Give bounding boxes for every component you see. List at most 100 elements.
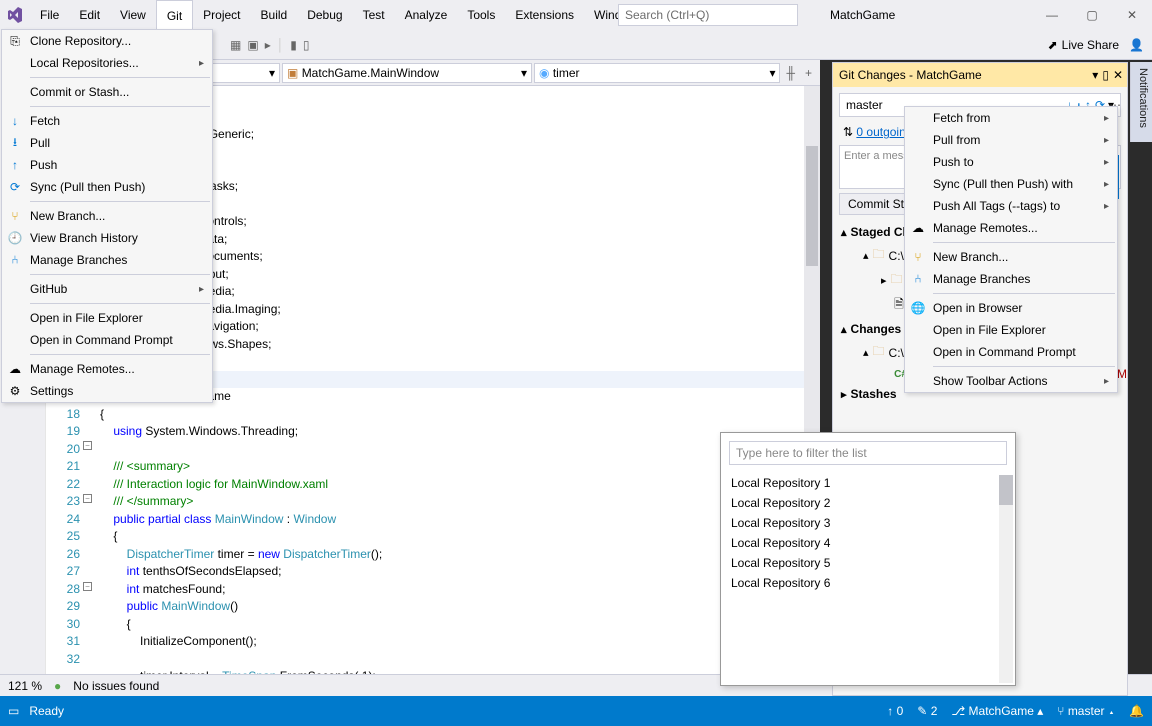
branches-icon: ⑃	[910, 272, 926, 286]
menu-view[interactable]: View	[110, 0, 156, 30]
toolbar-icon[interactable]: ▣	[247, 38, 258, 52]
user-icon[interactable]: 👤	[1129, 38, 1144, 52]
ctx-show-toolbar[interactable]: Show Toolbar Actions▸	[905, 370, 1117, 392]
pull-count[interactable]: ✎ 2	[917, 704, 937, 718]
remote-icon: ☁	[7, 362, 23, 376]
history-icon: 🕘	[7, 231, 23, 245]
menu-file[interactable]: File	[30, 0, 69, 30]
toolbar-icon[interactable]: ▯	[303, 38, 310, 52]
git-commit-stash[interactable]: Commit or Stash...	[2, 81, 212, 103]
branches-icon: ⑃	[7, 253, 23, 267]
ctx-manage-remotes[interactable]: ☁Manage Remotes...	[905, 217, 1117, 239]
ctx-new-branch[interactable]: ⑂New Branch...	[905, 246, 1117, 268]
ctx-push-to[interactable]: Push to▸	[905, 151, 1117, 173]
window-title: MatchGame	[830, 8, 895, 22]
repo-item[interactable]: Local Repository 1	[729, 473, 1007, 493]
folder-icon: 🗀	[873, 342, 885, 363]
ctx-fetch-from[interactable]: Fetch from▸	[905, 107, 1117, 129]
close-button[interactable]: ✕	[1112, 0, 1152, 30]
fold-icon[interactable]: −	[83, 441, 92, 450]
chevron-right-icon: ▸	[1104, 157, 1109, 168]
repo-item[interactable]: Local Repository 2	[729, 493, 1007, 513]
menu-analyze[interactable]: Analyze	[395, 0, 458, 30]
vs-logo-icon	[6, 6, 24, 24]
git-manage-branches[interactable]: ⑃Manage Branches	[2, 249, 212, 271]
branch-indicator[interactable]: ⑂ master ▴	[1057, 704, 1115, 718]
chevron-right-icon: ▸	[1104, 376, 1109, 387]
git-manage-remotes[interactable]: ☁Manage Remotes...	[2, 358, 212, 380]
chevron-right-icon: ▸	[1104, 179, 1109, 190]
live-share-icon: ⬈	[1048, 38, 1058, 52]
toolbar-icon[interactable]: ▦	[230, 38, 241, 52]
repo-filter-input[interactable]: Type here to filter the list	[729, 441, 1007, 465]
ctx-sync-with[interactable]: Sync (Pull then Push) with▸	[905, 173, 1117, 195]
menu-project[interactable]: Project	[193, 0, 250, 30]
ctx-pull-from[interactable]: Pull from▸	[905, 129, 1117, 151]
status-bar: ▭ Ready ↑ 0 ✎ 2 ⎇ MatchGame ▴ ⑂ master ▴…	[0, 696, 1152, 726]
fold-icon[interactable]: −	[83, 582, 92, 591]
git-open-explorer[interactable]: Open in File Explorer	[2, 307, 212, 329]
toolbar-icon[interactable]: ▮	[290, 38, 297, 52]
autohide-icon[interactable]: ▯	[1102, 68, 1109, 82]
notifications-icon[interactable]: 🔔	[1129, 704, 1144, 718]
zoom-level[interactable]: 121 %	[8, 679, 42, 693]
chevron-right-icon: ▸	[1104, 201, 1109, 212]
git-view-history[interactable]: 🕘View Branch History	[2, 227, 212, 249]
repo-item[interactable]: Local Repository 4	[729, 533, 1007, 553]
git-open-cmd[interactable]: Open in Command Prompt	[2, 329, 212, 351]
ctx-open-explorer[interactable]: Open in File Explorer	[905, 319, 1117, 341]
git-pull[interactable]: ⭳Pull	[2, 132, 212, 154]
menu-extensions[interactable]: Extensions	[505, 0, 584, 30]
git-fetch[interactable]: ↓Fetch	[2, 110, 212, 132]
repo-item[interactable]: Local Repository 6	[729, 573, 1007, 593]
repo-item[interactable]: Local Repository 3	[729, 513, 1007, 533]
chevron-right-icon: ▸	[199, 284, 204, 295]
folder-icon: 🗀	[873, 245, 885, 266]
ctx-open-browser[interactable]: 🌐Open in Browser	[905, 297, 1117, 319]
globe-icon: 🌐	[910, 301, 926, 315]
add-icon[interactable]: +	[801, 66, 816, 80]
git-local-repos[interactable]: Local Repositories...▸	[2, 52, 212, 74]
ctx-open-cmd[interactable]: Open in Command Prompt	[905, 341, 1117, 363]
ctx-push-tags[interactable]: Push All Tags (--tags) to▸	[905, 195, 1117, 217]
close-icon[interactable]: ✕	[1113, 68, 1123, 82]
minimize-button[interactable]: —	[1032, 0, 1072, 30]
chevron-right-icon: ▸	[1104, 113, 1109, 124]
fold-icon[interactable]: −	[83, 494, 92, 503]
title-bar: File Edit View Git Project Build Debug T…	[0, 0, 1152, 30]
menu-tools[interactable]: Tools	[457, 0, 505, 30]
remote-icon: ☁	[910, 221, 926, 235]
menu-edit[interactable]: Edit	[69, 0, 110, 30]
live-share-button[interactable]: ⬈ Live Share	[1048, 38, 1119, 52]
notifications-tab[interactable]: Notifications	[1130, 62, 1152, 142]
class-dropdown[interactable]: ▣ MatchGame.MainWindow▾	[282, 63, 532, 83]
local-repo-popup: Type here to filter the list Local Repos…	[720, 432, 1016, 686]
push-icon: ↑	[7, 158, 23, 172]
git-github[interactable]: GitHub▸	[2, 278, 212, 300]
pin-icon[interactable]: ▾	[1092, 68, 1098, 82]
split-icon[interactable]: ╫	[782, 66, 799, 80]
menu-build[interactable]: Build	[251, 0, 298, 30]
menu-git[interactable]: Git	[156, 0, 193, 30]
ctx-manage-branches[interactable]: ⑃Manage Branches	[905, 268, 1117, 290]
git-panel-title: Git Changes - MatchGame ▾ ▯ ✕	[833, 63, 1127, 87]
push-count[interactable]: ↑ 0	[887, 704, 903, 718]
git-push[interactable]: ↑Push	[2, 154, 212, 176]
menu-debug[interactable]: Debug	[297, 0, 352, 30]
member-dropdown[interactable]: ◉ timer▾	[534, 63, 780, 83]
output-icon[interactable]: ▭	[8, 704, 19, 718]
repo-item[interactable]: Local Repository 5	[729, 553, 1007, 573]
scrollbar[interactable]	[999, 475, 1013, 683]
git-sync[interactable]: ⟳Sync (Pull then Push)	[2, 176, 212, 198]
git-clone[interactable]: ⎘Clone Repository...	[2, 30, 212, 52]
maximize-button[interactable]: ▢	[1072, 0, 1112, 30]
menu-test[interactable]: Test	[353, 0, 395, 30]
menu-bar: File Edit View Git Project Build Debug T…	[30, 0, 691, 30]
repo-indicator[interactable]: ⎇ MatchGame ▴	[951, 704, 1043, 718]
git-new-branch[interactable]: ⑂New Branch...	[2, 205, 212, 227]
toolbar-icon[interactable]: ▸	[265, 38, 271, 52]
search-input[interactable]: Search (Ctrl+Q)	[618, 4, 798, 26]
issues-status[interactable]: No issues found	[73, 679, 159, 693]
file-icon: 🗎	[894, 295, 904, 316]
git-settings[interactable]: ⚙Settings	[2, 380, 212, 402]
